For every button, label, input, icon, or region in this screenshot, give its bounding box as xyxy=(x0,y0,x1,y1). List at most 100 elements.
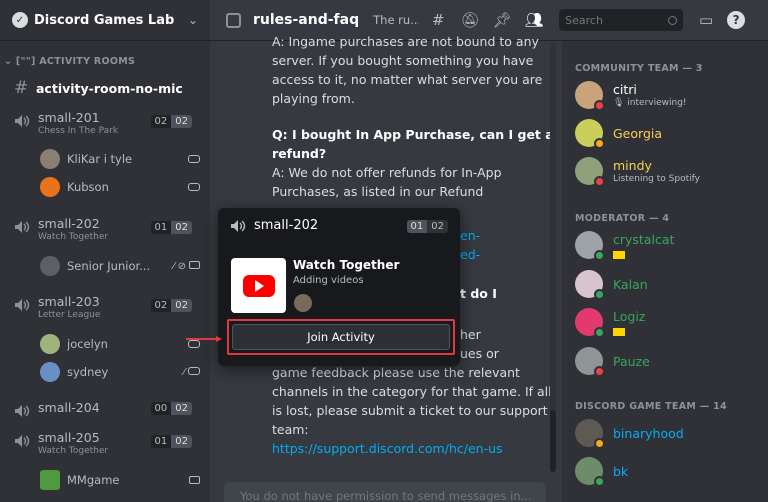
voice-channel-activity: Chess In The Park xyxy=(38,126,119,136)
help-icon[interactable]: ? xyxy=(727,11,746,29)
gamepad-icon xyxy=(188,183,200,191)
speaker-icon xyxy=(231,219,246,232)
popout-channel-name: small-202 xyxy=(254,218,319,233)
voice-channel-activity: Watch Together xyxy=(38,446,109,456)
rules-channel-icon xyxy=(226,12,241,28)
voice-channel-name: small-205 xyxy=(38,430,100,445)
user-limit-badge: 01 02 xyxy=(150,221,192,234)
voice-channel-name: small-203 xyxy=(38,294,100,309)
avatar xyxy=(40,470,60,490)
inbox-icon[interactable]: ▭ xyxy=(695,9,717,31)
category-activity-rooms[interactable]: ⌄ [""] ACTIVITY ROOMS xyxy=(4,56,135,67)
members-list-icon[interactable]: 👥︎ xyxy=(523,9,545,31)
user-limit: 02 xyxy=(171,115,192,128)
user-limit: 02 xyxy=(171,221,192,234)
member-name: Pauze xyxy=(613,354,650,369)
avatar xyxy=(40,334,60,354)
scrollbar-track[interactable] xyxy=(550,42,556,472)
join-activity-button[interactable]: Join Activity xyxy=(232,324,450,350)
search-input[interactable]: Search xyxy=(559,9,684,31)
member-crystalcat[interactable]: crystalcat xyxy=(575,229,765,263)
voice-channel-small-203[interactable]: small-203 Letter League 02 02 xyxy=(14,294,200,324)
idle-status-icon xyxy=(594,138,605,149)
user-count: 02 xyxy=(150,115,172,128)
member-citri[interactable]: citri 🎙︎ interviewing! xyxy=(575,79,765,113)
member-name: Kalan xyxy=(613,277,648,292)
voice-user-jocelyn[interactable]: jocelyn xyxy=(40,333,200,355)
voice-channel-small-202[interactable]: small-202 Watch Together 01 02 xyxy=(14,216,200,246)
support-link[interactable]: https://support.discord.com/hc/en-us xyxy=(272,441,503,456)
member-bk[interactable]: bk xyxy=(575,455,765,489)
dnd-status-icon xyxy=(594,100,605,111)
voice-user-klikar[interactable]: KliKar i tyle xyxy=(40,148,200,170)
voice-user-name: KliKar i tyle xyxy=(67,152,133,166)
user-limit-badge: 02 02 xyxy=(150,299,192,312)
dnd-status-icon xyxy=(594,176,605,187)
avatar xyxy=(40,362,60,382)
server-name: Discord Games Lab xyxy=(34,12,175,28)
callout-arrow-icon xyxy=(186,336,222,342)
activity-tv-icon xyxy=(189,476,200,484)
message-content: A: Ingame purchases are not bound to any… xyxy=(272,32,554,201)
verified-badge-icon: ✓ xyxy=(12,12,28,28)
pin-icon[interactable]: 📌︎ xyxy=(491,9,513,31)
member-name: Logiz xyxy=(613,309,646,324)
member-pauze[interactable]: Pauze xyxy=(575,345,765,379)
flag-icon xyxy=(613,328,625,336)
user-limit-badge: 01 02 xyxy=(406,220,448,233)
avatar xyxy=(40,177,60,197)
message-input-disabled: You do not have permission to send messa… xyxy=(224,482,546,502)
voice-channel-small-204[interactable]: small-204 00 02 xyxy=(14,400,200,420)
member-list: COMMUNITY TEAM — 3 citri 🎙︎ interviewing… xyxy=(562,41,768,502)
speaker-icon xyxy=(15,221,30,233)
user-limit: 02 xyxy=(171,435,192,448)
participant-avatar xyxy=(294,294,312,312)
voice-user-sydney[interactable]: sydney ⁄ xyxy=(40,361,200,383)
avatar xyxy=(40,149,60,169)
voice-user-name: sydney xyxy=(67,365,109,379)
chevron-down-icon[interactable]: ⌄ xyxy=(188,13,198,27)
threads-icon[interactable]: # xyxy=(427,9,449,31)
user-limit: 02 xyxy=(171,299,192,312)
voice-user-name: jocelyn xyxy=(67,337,108,351)
message-fragment-2: her ues or xyxy=(460,325,499,363)
channel-title: rules-and-faq xyxy=(253,12,360,28)
text-channel-activity-room-no-mic[interactable]: # activity-room-no-mic xyxy=(14,78,183,98)
member-binaryhood[interactable]: binaryhood xyxy=(575,417,765,451)
dnd-status-icon xyxy=(594,366,605,377)
user-limit: 02 xyxy=(427,220,448,233)
refund-link-fragment-2[interactable]: ed- xyxy=(460,247,480,262)
channel-topic[interactable]: The ru... xyxy=(373,13,419,27)
voice-user-senior-junior[interactable]: Senior Junior... ⁄ ⊘ xyxy=(40,255,200,277)
faq-answer-1: A: Ingame purchases are not bound to any… xyxy=(272,34,543,106)
voice-user-kubson[interactable]: Kubson xyxy=(40,176,200,198)
channel-sidebar: ✓ Discord Games Lab ⌄ ⌄ [""] ACTIVITY RO… xyxy=(0,0,210,502)
member-status: 🎙︎ interviewing! xyxy=(613,98,687,108)
channel-name: activity-room-no-mic xyxy=(36,80,183,96)
mute-notifications-icon[interactable]: 🔕︎ xyxy=(459,9,481,31)
online-status-icon xyxy=(594,289,605,300)
online-status-icon xyxy=(594,476,605,487)
idle-status-icon xyxy=(594,438,605,449)
deafen-icon: ⊘ xyxy=(177,260,186,272)
voice-channel-small-201[interactable]: small-201 Chess In The Park 02 02 xyxy=(14,110,200,140)
server-header[interactable]: ✓ Discord Games Lab ⌄ xyxy=(0,0,210,41)
member-mindy[interactable]: mindy Listening to Spotify xyxy=(575,155,765,189)
mute-icon: ⁄ xyxy=(183,366,185,378)
faq-answer-3-text: game feedback please use the relevant ch… xyxy=(272,365,552,437)
member-name: citri xyxy=(613,82,637,97)
member-georgia[interactable]: Georgia xyxy=(575,117,765,151)
online-status-icon xyxy=(594,327,605,338)
gamepad-icon xyxy=(188,155,200,163)
scrollbar-thumb[interactable] xyxy=(550,410,556,472)
voice-user-name: MMgame xyxy=(67,473,120,487)
refund-link-fragment[interactable]: en- xyxy=(460,228,480,243)
member-kalan[interactable]: Kalan xyxy=(575,268,765,302)
role-header-community: COMMUNITY TEAM — 3 xyxy=(575,63,703,74)
voice-channel-popout: small-202 01 02 Watch Together Adding vid… xyxy=(218,208,460,366)
voice-user-mmgame[interactable]: MMgame xyxy=(40,469,200,491)
member-logiz[interactable]: Logiz xyxy=(575,306,765,340)
category-prefix: [""] xyxy=(15,56,36,67)
voice-channel-small-205[interactable]: small-205 Watch Together 01 02 xyxy=(14,430,200,460)
flag-icon xyxy=(613,251,625,259)
